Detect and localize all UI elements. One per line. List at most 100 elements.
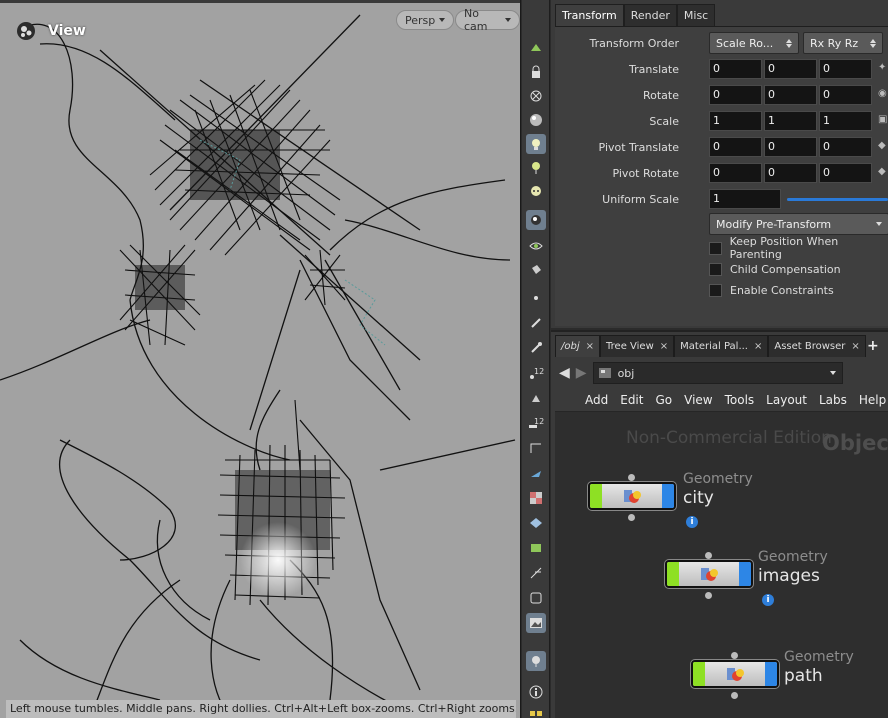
node-input-connector[interactable]	[731, 652, 738, 659]
node-body[interactable]	[665, 560, 753, 588]
rotate-x-field[interactable]: 0	[709, 85, 762, 105]
rotate-order-select[interactable]: Rx Ry Rz	[803, 32, 883, 54]
display-options-icon[interactable]	[526, 38, 546, 58]
handle-icon[interactable]: ◉	[878, 88, 888, 102]
menu-labs[interactable]: Labs	[813, 393, 853, 407]
lock-camera-icon[interactable]	[526, 62, 546, 82]
child-compensation-checkbox[interactable]: Child Compensation	[709, 260, 841, 278]
eye-icon[interactable]	[526, 236, 546, 256]
brush-icon[interactable]	[526, 313, 546, 333]
menu-add[interactable]: Add	[579, 393, 614, 407]
uniform-scale-slider[interactable]	[787, 198, 888, 201]
parameter-panel: Transform Render Misc Transform Order Sc…	[551, 0, 888, 328]
enable-constraints-checkbox[interactable]: Enable Constraints	[709, 281, 834, 299]
rotate-z-field[interactable]: 0	[819, 85, 872, 105]
handle-icon[interactable]: ▣	[878, 114, 888, 128]
scale-x-field[interactable]: 1	[709, 111, 762, 131]
menu-view[interactable]: View	[678, 393, 718, 407]
close-icon[interactable]: ×	[754, 341, 762, 352]
tab-misc[interactable]: Misc	[676, 4, 716, 26]
menu-layout[interactable]: Layout	[760, 393, 813, 407]
menu-tools[interactable]: Tools	[719, 393, 761, 407]
scale-y-field[interactable]: 1	[764, 111, 817, 131]
tool-icon[interactable]	[526, 388, 546, 408]
pin-light-icon[interactable]	[526, 158, 546, 178]
ruler-12-icon[interactable]: 12	[526, 363, 546, 383]
keep-position-checkbox[interactable]: Keep Position When Parenting	[709, 235, 888, 261]
snap-icon[interactable]	[526, 563, 546, 583]
menu-help[interactable]: Help	[853, 393, 888, 407]
info-icon[interactable]: i	[762, 594, 774, 606]
image-icon[interactable]	[526, 613, 546, 633]
rotate-y-field[interactable]: 0	[764, 85, 817, 105]
checkbox-box[interactable]	[709, 283, 722, 297]
add-tab-icon[interactable]: +	[867, 338, 879, 354]
node-output-connector[interactable]	[628, 514, 635, 521]
tab-material-palette[interactable]: Material Pal... ×	[674, 335, 769, 357]
skull-icon[interactable]	[526, 182, 546, 202]
viewport-camera-icon[interactable]	[14, 20, 42, 42]
point-icon[interactable]	[526, 288, 546, 308]
tab-render[interactable]: Render	[623, 4, 677, 26]
dropper-icon[interactable]	[526, 338, 546, 358]
pivot-translate-x-field[interactable]: 0	[709, 137, 762, 157]
checkbox-box[interactable]	[709, 262, 722, 276]
node-body[interactable]	[588, 482, 676, 510]
ruler-12b-icon[interactable]: 12	[526, 413, 546, 433]
transform-order-select[interactable]: Scale Ro...	[709, 32, 799, 54]
checkbox-box[interactable]	[709, 241, 722, 255]
handle-icon[interactable]: ◆	[878, 166, 888, 180]
node-output-connector[interactable]	[731, 692, 738, 699]
remove-icon[interactable]	[526, 86, 546, 106]
info-icon[interactable]: i	[686, 516, 698, 528]
node-input-connector[interactable]	[628, 474, 635, 481]
uniform-scale-field[interactable]: 1	[709, 189, 781, 209]
persp-menu-button[interactable]: Persp	[396, 10, 455, 30]
checker-icon[interactable]	[526, 488, 546, 508]
translate-x-field[interactable]: 0	[709, 59, 762, 79]
sphere-shading-icon[interactable]	[526, 110, 546, 130]
forward-arrow-icon[interactable]: ▶	[576, 365, 587, 381]
close-icon[interactable]: ×	[660, 341, 668, 352]
tab-tree-view[interactable]: Tree View ×	[600, 335, 675, 357]
tab-obj[interactable]: /obj ×	[555, 335, 601, 357]
node-body[interactable]	[691, 660, 779, 688]
pivot-rotate-y-field[interactable]: 0	[764, 163, 817, 183]
layer-icon[interactable]	[526, 513, 546, 533]
camera-menu-button[interactable]: No cam	[455, 7, 520, 33]
translate-z-field[interactable]: 0	[819, 59, 872, 79]
back-arrow-icon[interactable]: ◀	[559, 365, 570, 381]
map-pin-icon[interactable]	[526, 651, 546, 671]
network-canvas[interactable]: Non-Commercial Edition Objec Geometry ci…	[555, 412, 888, 718]
pivot-translate-y-field[interactable]: 0	[764, 137, 817, 157]
translate-label: Translate	[629, 62, 679, 76]
modify-pre-transform-button[interactable]: Modify Pre-Transform	[709, 213, 888, 235]
handle-icon[interactable]: ✦	[878, 62, 888, 76]
light-icon[interactable]	[526, 134, 546, 154]
info-icon[interactable]	[526, 682, 546, 702]
normals-icon[interactable]	[526, 463, 546, 483]
scale-z-field[interactable]: 1	[819, 111, 872, 131]
chevron-down-icon	[439, 18, 446, 22]
pivot-rotate-x-field[interactable]: 0	[709, 163, 762, 183]
tab-transform[interactable]: Transform	[555, 4, 624, 26]
node-input-connector[interactable]	[705, 552, 712, 559]
close-icon[interactable]: ×	[586, 341, 594, 352]
curve-icon[interactable]	[526, 438, 546, 458]
pivot-rotate-z-field[interactable]: 0	[819, 163, 872, 183]
paint-bucket-icon[interactable]	[526, 260, 546, 280]
menu-edit[interactable]: Edit	[614, 393, 649, 407]
grid-icon[interactable]	[526, 706, 546, 718]
handle-icon[interactable]: ◆	[878, 140, 888, 154]
tab-asset-browser[interactable]: Asset Browser ×	[768, 335, 866, 357]
menu-go[interactable]: Go	[649, 393, 678, 407]
network-icon[interactable]	[526, 538, 546, 558]
scene-viewport[interactable]: View Persp No cam Left mouse tumbles. Mi…	[0, 0, 521, 718]
frame-icon[interactable]	[526, 588, 546, 608]
node-output-connector[interactable]	[705, 592, 712, 599]
translate-y-field[interactable]: 0	[764, 59, 817, 79]
close-icon[interactable]: ×	[851, 341, 859, 352]
pivot-translate-z-field[interactable]: 0	[819, 137, 872, 157]
camera-icon[interactable]	[526, 210, 546, 230]
network-path-field[interactable]: obj	[592, 362, 843, 384]
